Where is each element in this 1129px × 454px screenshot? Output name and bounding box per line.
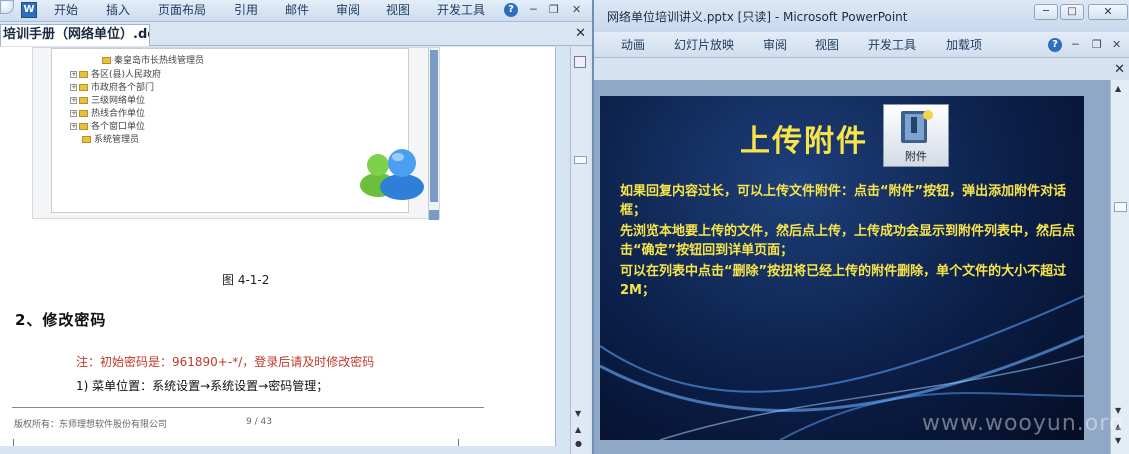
slide-editing-area: 上传附件 附件 如果回复内容过长，可以上传文件附件：点击“附件”按钮，弹出添加附… xyxy=(594,80,1129,454)
ppt-pane-bar: ✕ xyxy=(594,58,1129,80)
prev-page-icon[interactable]: ▲ xyxy=(575,425,581,434)
attachment-button-image: 附件 xyxy=(883,104,949,167)
expand-icon: + xyxy=(70,109,77,117)
ribbon-tab-slideshow[interactable]: 幻灯片放映 xyxy=(674,37,734,53)
tree-item: + 热线合作单位 xyxy=(70,109,146,119)
watermark: www.wooyun.org xyxy=(922,411,1124,436)
figure-tree-panel: 秦皇岛市长热线管理员 + 各区(县)人民政府 + 市政府各个部门 + 三级网络单位 +… xyxy=(51,48,424,213)
close-icon[interactable]: ✕ xyxy=(572,3,581,17)
slide-paragraph[interactable]: 可以在列表中点击“删除”按扭将已经上传的附件删除，单个文件的大小不超过2M； xyxy=(620,262,1076,300)
restore-icon[interactable]: ❐ xyxy=(549,3,559,17)
word-window: W 开始 插入 页面布局 引用 邮件 审阅 视图 开发工具 ? ─ ❐ ✕ 培训… xyxy=(0,0,592,454)
document-close-icon[interactable]: ✕ xyxy=(575,26,586,41)
document-page: 秦皇岛市长热线管理员 + 各区(县)人民政府 + 市政府各个部门 + 三级网络单位 +… xyxy=(0,47,556,446)
document-tab[interactable]: 培训手册（网络单位）.doc xyxy=(0,24,150,46)
browse-object-icon[interactable]: ● xyxy=(575,439,582,448)
ribbon-tab-developer[interactable]: 开发工具 xyxy=(437,2,485,18)
folder-icon xyxy=(79,84,88,91)
margin-marker xyxy=(13,439,14,446)
folder-icon xyxy=(79,123,88,130)
footer-copyright: 版权所有：东师理想软件股份有限公司 xyxy=(14,420,168,430)
slide[interactable]: 上传附件 附件 如果回复内容过长，可以上传文件附件：点击“附件”按钮，弹出添加附… xyxy=(600,96,1084,440)
ribbon-tab-mailings[interactable]: 邮件 xyxy=(285,2,309,18)
slide-paragraph[interactable]: 如果回复内容过长，可以上传文件附件：点击“附件”按钮，弹出添加附件对话框； xyxy=(620,182,1076,220)
word-app-icon[interactable]: W xyxy=(21,2,37,18)
maximize-icon[interactable]: □ xyxy=(1060,4,1084,20)
powerpoint-window: 网络单位培训讲义.pptx [只读] - Microsoft PowerPoin… xyxy=(594,0,1129,454)
figure-caption: 图 4-1-2 xyxy=(222,273,270,287)
help-icon[interactable]: ? xyxy=(504,3,518,17)
word-scroll-thumb[interactable] xyxy=(574,156,587,164)
ppt-title-bar: 网络单位培训讲义.pptx [只读] - Microsoft PowerPoin… xyxy=(594,0,1129,32)
tree-item: + 各个窗口单位 xyxy=(70,122,146,132)
folder-icon xyxy=(79,110,88,117)
figure-scroll-arrow xyxy=(429,210,439,220)
folder-icon xyxy=(79,71,88,78)
slide-title[interactable]: 上传附件 xyxy=(740,116,868,160)
ribbon-tab-insert[interactable]: 插入 xyxy=(106,2,130,18)
tree-item: + 三级网络单位 xyxy=(70,96,146,106)
pane-close-icon[interactable]: ✕ xyxy=(1114,62,1125,77)
ribbon-close-icon[interactable]: ✕ xyxy=(1112,38,1121,52)
minimize-icon[interactable]: ─ xyxy=(1034,4,1058,20)
word-ribbon: W 开始 插入 页面布局 引用 邮件 审阅 视图 开发工具 ? ─ ❐ ✕ xyxy=(0,0,592,22)
tree-item: + 各区(县)人民政府 xyxy=(70,70,162,80)
tree-item: + 市政府各个部门 xyxy=(70,83,155,93)
next-slide-icon[interactable]: ▼ xyxy=(1115,436,1121,445)
desktop: W 开始 插入 页面布局 引用 邮件 审阅 视图 开发工具 ? ─ ❐ ✕ 培训… xyxy=(0,0,1129,454)
figure-scrollbar xyxy=(428,48,439,220)
ribbon-tab-review[interactable]: 审阅 xyxy=(763,37,787,53)
attachment-label: 附件 xyxy=(905,150,927,163)
tree-item: 系统管理员 xyxy=(82,134,139,146)
ribbon-restore-icon[interactable]: ❐ xyxy=(1092,38,1102,52)
expand-icon: + xyxy=(70,96,77,104)
attachment-book-icon xyxy=(901,110,933,143)
footer-page-number: 9 / 43 xyxy=(246,417,272,427)
step-item: 1) 菜单位置：系统设置→系统设置→密码管理； xyxy=(76,379,329,393)
ribbon-tab-review[interactable]: 审阅 xyxy=(336,2,360,18)
ribbon-tab-addins[interactable]: 加载项 xyxy=(946,37,982,53)
section-heading: 2、修改密码 xyxy=(15,311,107,329)
ribbon-tab-home[interactable]: 开始 xyxy=(54,2,78,18)
window-title: 网络单位培训讲义.pptx [只读] - Microsoft PowerPoin… xyxy=(607,10,908,24)
minimize-icon[interactable]: ─ xyxy=(530,3,537,17)
expand-icon: + xyxy=(70,70,77,78)
ribbon-tab-view[interactable]: 视图 xyxy=(386,2,410,18)
ppt-ribbon: 动画 幻灯片放映 审阅 视图 开发工具 加载项 ? ─ ❐ ✕ xyxy=(594,32,1129,58)
scroll-down-arrow-icon[interactable]: ▼ xyxy=(575,409,581,418)
figure-scroll-thumb xyxy=(430,50,438,202)
expand-icon: + xyxy=(70,122,77,130)
tree-item: 秦皇岛市长热线管理员 xyxy=(102,55,204,67)
ribbon-minimize-icon[interactable]: ─ xyxy=(1072,38,1079,52)
ribbon-tab-references[interactable]: 引用 xyxy=(234,2,258,18)
document-tab-bar: 培训手册（网络单位）.doc ✕ xyxy=(0,22,592,46)
messenger-buddies-icon xyxy=(360,149,424,200)
office-button[interactable] xyxy=(0,0,14,14)
close-icon[interactable]: ✕ xyxy=(1088,4,1128,20)
ppt-scroll-thumb[interactable] xyxy=(1114,202,1127,212)
margin-marker xyxy=(458,439,459,446)
ribbon-tab-view[interactable]: 视图 xyxy=(815,37,839,53)
ruler-toggle-icon[interactable] xyxy=(574,56,586,68)
word-vertical-scrollbar[interactable]: ▼ ▲ ● xyxy=(570,47,590,454)
scroll-up-arrow-icon[interactable]: ▲ xyxy=(1115,84,1121,93)
expand-icon: + xyxy=(70,83,77,91)
ribbon-tab-page-layout[interactable]: 页面布局 xyxy=(158,2,206,18)
slide-paragraph[interactable]: 先浏览本地要上传的文件，然后点上传，上传成功会显示到附件列表中，然后点击“确定”… xyxy=(620,222,1076,260)
folder-icon xyxy=(82,136,91,143)
help-icon[interactable]: ? xyxy=(1048,38,1062,52)
ribbon-tab-developer[interactable]: 开发工具 xyxy=(868,37,916,53)
ppt-vertical-scrollbar[interactable]: ▲ ▼ ▲ ▼ xyxy=(1110,80,1129,454)
ribbon-tab-animations[interactable]: 动画 xyxy=(621,37,645,53)
folder-icon xyxy=(79,97,88,104)
password-note: 注：初始密码是：961890+-*/，登录后请及时修改密码 xyxy=(76,355,375,369)
folder-icon xyxy=(102,57,111,64)
figure-screenshot: 秦皇岛市长热线管理员 + 各区(县)人民政府 + 市政府各个部门 + 三级网络单位 +… xyxy=(32,47,440,220)
footer-divider xyxy=(12,407,484,408)
